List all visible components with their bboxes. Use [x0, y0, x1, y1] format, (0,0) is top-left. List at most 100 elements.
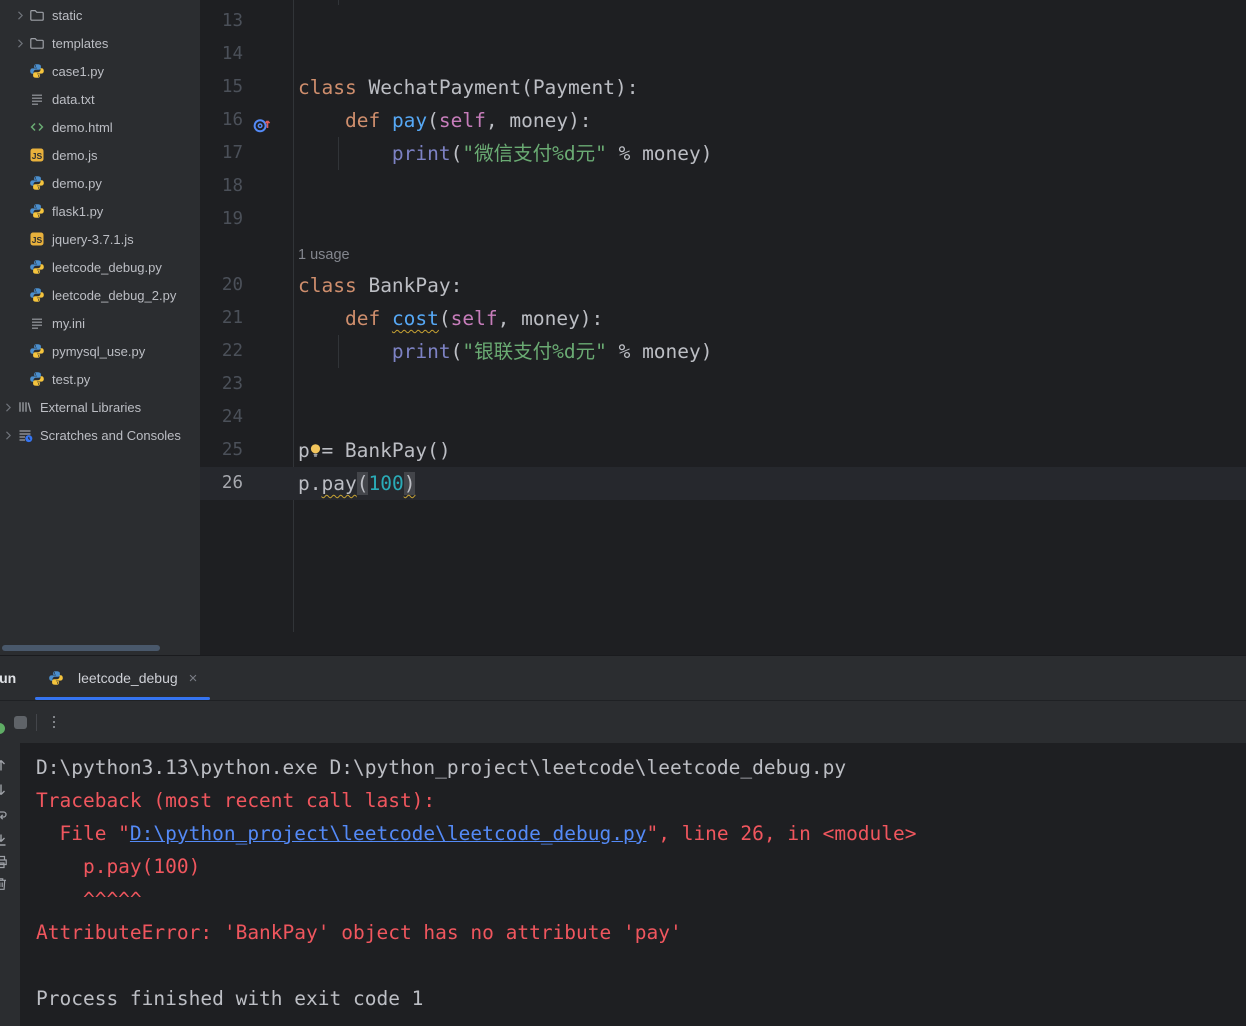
svg-text:JS: JS [32, 151, 43, 161]
token: "银联支付%d元" [462, 340, 607, 363]
editor-line-19[interactable]: 19 [200, 203, 1246, 236]
tree-item-demo-py[interactable]: demo.py [0, 169, 200, 197]
python-icon [29, 203, 45, 219]
tree-item-my-ini[interactable]: my.ini [0, 309, 200, 337]
tree-item-templates[interactable]: templates [0, 29, 200, 57]
tree-item-leetcode-debug-py[interactable]: leetcode_debug.py [0, 253, 200, 281]
gutter[interactable]: 26 [200, 467, 298, 500]
scroll-to-end-icon[interactable] [0, 832, 9, 848]
code-text[interactable] [298, 203, 1246, 236]
gutter[interactable]: 20 [200, 269, 298, 302]
gutter[interactable]: 13 [200, 5, 298, 38]
tree-item-external-libraries[interactable]: External Libraries [0, 393, 200, 421]
editor-line-18[interactable]: 18 [200, 170, 1246, 203]
usages-inlay-hint[interactable]: 1 usage [298, 247, 350, 263]
stacktrace-file-link[interactable]: D:\python_project\leetcode\leetcode_debu… [130, 822, 647, 845]
horizontal-scrollbar-thumb[interactable] [2, 645, 160, 651]
token: class [298, 76, 369, 99]
close-icon[interactable]: × [189, 670, 198, 687]
gutter[interactable]: 19 [200, 203, 298, 236]
tree-item-flask1-py[interactable]: flask1.py [0, 197, 200, 225]
editor-line-21[interactable]: 21 def cost(self, money): [200, 302, 1246, 335]
recursion-icon[interactable] [252, 111, 272, 133]
gutter[interactable] [200, 236, 298, 269]
editor-line-20[interactable]: 20 class BankPay: [200, 269, 1246, 302]
token: ( [438, 307, 451, 330]
code-text[interactable] [298, 368, 1246, 401]
scroll-up-icon[interactable] [0, 757, 9, 773]
editor-line-16[interactable]: 16 def pay(self, money): [200, 104, 1246, 137]
editor-line-22[interactable]: 22 print("银联支付%d元" % money) [200, 335, 1246, 368]
chevron-right-icon[interactable] [2, 427, 17, 443]
tree-item-scratches-and-consoles[interactable]: Scratches and Consoles [0, 421, 200, 449]
tree-item-leetcode-debug-2-py[interactable]: leetcode_debug_2.py [0, 281, 200, 309]
tab-leetcode-debug[interactable]: leetcode_debug × [35, 656, 211, 700]
editor-inlay-row[interactable]: 1 usage [200, 236, 1246, 269]
chevron-right-icon[interactable] [2, 399, 17, 415]
tree-item-demo-js[interactable]: JS demo.js [0, 141, 200, 169]
line-number: 13 [221, 11, 243, 31]
code-text[interactable]: p = BankPay() [298, 434, 1246, 467]
tree-item-data-txt[interactable]: data.txt [0, 85, 200, 113]
project-panel: static templates case1.py data.txt demo.html… [0, 0, 200, 655]
console-line: Process finished with exit code 1 [36, 982, 1246, 1015]
tree-item-case1-py[interactable]: case1.py [0, 57, 200, 85]
editor-line-15[interactable]: 15 class WechatPayment(Payment): [200, 71, 1246, 104]
tree-item-test-py[interactable]: test.py [0, 365, 200, 393]
line-number: 15 [221, 77, 243, 97]
line-number: 17 [221, 143, 243, 163]
tree-item-static[interactable]: static [0, 1, 200, 29]
code-text[interactable] [298, 170, 1246, 203]
tab-label: leetcode_debug [78, 670, 178, 686]
code-text[interactable] [298, 401, 1246, 434]
editor-line-24[interactable]: 24 [200, 401, 1246, 434]
soft-wrap-icon[interactable] [0, 807, 9, 823]
editor-line-23[interactable]: 23 [200, 368, 1246, 401]
stop-button[interactable] [14, 716, 27, 729]
editor-line-17[interactable]: 17 print("微信支付%d元" % money) [200, 137, 1246, 170]
tree-item-jquery-3-7-1-js[interactable]: JS jquery-3.7.1.js [0, 225, 200, 253]
code-text[interactable]: print("银联支付%d元" % money) [298, 335, 1246, 368]
code-text[interactable]: def pay(self, money): [298, 104, 1246, 137]
gutter[interactable]: 17 [200, 137, 298, 170]
console-text: File " [36, 822, 130, 845]
scroll-down-icon[interactable] [0, 782, 9, 798]
code-text[interactable]: print("微信支付%d元" % money) [298, 137, 1246, 170]
editor-line-14[interactable]: 14 [200, 38, 1246, 71]
chevron-right-icon[interactable] [14, 7, 29, 23]
code-text[interactable] [298, 5, 1246, 38]
print-icon[interactable] [0, 854, 9, 870]
editor-line-26[interactable]: 26 p.pay(100) [200, 467, 1246, 500]
console-output[interactable]: D:\python3.13\python.exe D:\python_proje… [20, 743, 1246, 1026]
pycharm-window: static templates case1.py data.txt demo.html… [0, 0, 1246, 1026]
clear-icon[interactable] [0, 876, 9, 892]
gutter[interactable]: 14 [200, 38, 298, 71]
gutter[interactable]: 25 [200, 434, 298, 467]
token: = BankPay() [321, 439, 451, 462]
editor-line-25[interactable]: 25 p = BankPay() [200, 434, 1246, 467]
gutter[interactable]: 15 [200, 71, 298, 104]
gutter[interactable]: 18 [200, 170, 298, 203]
code-text[interactable]: class BankPay: [298, 269, 1246, 302]
gutter[interactable]: 22 [200, 335, 298, 368]
code-text[interactable]: p.pay(100) [298, 467, 1246, 500]
tree-item-label: demo.js [52, 147, 98, 163]
rerun-icon[interactable] [0, 723, 5, 734]
tree-item-demo-html[interactable]: demo.html [0, 113, 200, 141]
gutter[interactable]: 24 [200, 401, 298, 434]
more-options-button[interactable] [46, 711, 62, 733]
code-editor[interactable]: 13 14 15 class WechatPayment(Payment): 16 de… [200, 0, 1246, 655]
tree-item-pymysql-use-py[interactable]: pymysql_use.py [0, 337, 200, 365]
gutter[interactable]: 23 [200, 368, 298, 401]
intention-bulb-icon[interactable] [310, 434, 322, 467]
chevron-right-icon[interactable] [14, 35, 29, 51]
editor-line-13[interactable]: 13 [200, 5, 1246, 38]
gutter[interactable]: 16 [200, 104, 298, 137]
code-text[interactable]: def cost(self, money): [298, 302, 1246, 335]
code-text[interactable] [298, 38, 1246, 71]
token: % money) [606, 142, 713, 165]
gutter[interactable]: 21 [200, 302, 298, 335]
code-text[interactable]: 1 usage [298, 236, 1246, 269]
code-text[interactable]: class WechatPayment(Payment): [298, 71, 1246, 104]
